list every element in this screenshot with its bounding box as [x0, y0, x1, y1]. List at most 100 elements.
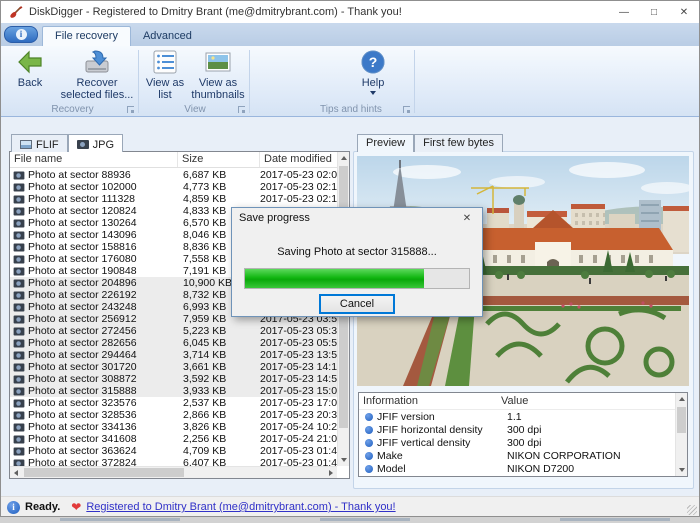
camera-icon [14, 411, 25, 419]
scroll-down-icon[interactable] [341, 458, 347, 462]
file-date: 2017-05-23 15:04:25 [260, 385, 337, 397]
file-date: 2017-05-23 01:44:49 [260, 457, 337, 466]
scrollbar-thumb[interactable] [677, 407, 686, 433]
file-name: Photo at sector 143096 [28, 229, 178, 241]
file-size: 3,661 KB [178, 361, 260, 373]
dialog-launcher-icon[interactable] [127, 106, 134, 113]
info-row[interactable]: JFIF vertical density300 dpi [359, 436, 687, 449]
column-header-size[interactable]: Size [178, 152, 260, 167]
column-header-information[interactable]: Information [359, 393, 497, 409]
info-row[interactable]: JFIF version1.1 [359, 410, 687, 423]
dialog-launcher-icon[interactable] [403, 106, 410, 113]
dialog-launcher-icon[interactable] [238, 106, 245, 113]
file-date: 2017-05-24 21:05:14 [260, 433, 337, 445]
table-row[interactable]: Photo at sector 3285362,866 KB2017-05-23… [10, 409, 337, 421]
tab-file-recovery[interactable]: File recovery [42, 26, 131, 46]
file-name: Photo at sector 190848 [28, 265, 178, 277]
table-row[interactable]: Photo at sector 3636244,709 KB2017-05-23… [10, 445, 337, 457]
camera-icon [14, 255, 25, 263]
file-name: Photo at sector 204896 [28, 277, 178, 289]
dialog-title-bar[interactable]: Save progress ✕ [232, 208, 482, 228]
status-bar: i Ready. ❤ Registered to Dmitry Brant (m… [1, 496, 699, 517]
back-arrow-icon [17, 49, 43, 75]
app-menu-button[interactable]: i [4, 26, 38, 43]
info-value: 1.1 [503, 411, 687, 423]
back-button[interactable]: Back [7, 49, 53, 89]
table-row[interactable]: Photo at sector 3088723,592 KB2017-05-23… [10, 373, 337, 385]
table-row[interactable]: Photo at sector 3728246,407 KB2017-05-23… [10, 457, 337, 466]
camera-icon [14, 231, 25, 239]
image-file-icon [20, 140, 32, 149]
scroll-up-icon[interactable] [679, 397, 685, 401]
file-date: 2017-05-23 02:10:44 [260, 193, 337, 205]
file-size: 5,223 KB [178, 325, 260, 337]
heart-icon: ❤ [71, 500, 81, 514]
resize-grip[interactable] [687, 505, 697, 515]
scroll-right-icon[interactable] [329, 470, 333, 476]
file-size: 3,714 KB [178, 349, 260, 361]
file-date: 2017-05-23 02:10:13 [260, 181, 337, 193]
camera-icon [14, 219, 25, 227]
info-key: JFIF vertical density [377, 437, 503, 449]
column-header-value[interactable]: Value [497, 393, 687, 409]
scroll-down-icon[interactable] [679, 468, 685, 472]
table-row[interactable]: Photo at sector 3158883,933 KB2017-05-23… [10, 385, 337, 397]
table-row[interactable]: Photo at sector 1020004,773 KB2017-05-23… [10, 181, 337, 193]
camera-icon [14, 435, 25, 443]
column-header-filename[interactable]: File name [10, 152, 178, 167]
info-value: NIKON D7200 [503, 463, 687, 475]
view-as-list-button[interactable]: View as list [143, 49, 187, 101]
help-button[interactable]: ? Help [353, 49, 393, 95]
tab-first-few-bytes[interactable]: First few bytes [414, 134, 503, 152]
file-name: Photo at sector 226192 [28, 289, 178, 301]
scrollbar-thumb[interactable] [24, 468, 184, 477]
info-table-scrollbar[interactable] [675, 393, 687, 476]
column-header-date[interactable]: Date modified [260, 152, 337, 167]
table-row[interactable]: Photo at sector 3017203,661 KB2017-05-23… [10, 361, 337, 373]
table-row[interactable]: Photo at sector 1113284,859 KB2017-05-23… [10, 193, 337, 205]
camera-icon [14, 207, 25, 215]
maximize-button[interactable]: □ [639, 1, 669, 23]
table-row[interactable]: Photo at sector 2826566,045 KB2017-05-23… [10, 337, 337, 349]
tab-advanced[interactable]: Advanced [131, 27, 204, 46]
close-button[interactable]: ✕ [669, 1, 699, 23]
scroll-up-icon[interactable] [341, 156, 347, 160]
camera-icon [14, 243, 25, 251]
info-row[interactable]: ModelNIKON D7200 [359, 462, 687, 475]
recover-selected-files-button[interactable]: Recover selected files... [57, 49, 137, 101]
camera-icon [14, 327, 25, 335]
dialog-close-icon[interactable]: ✕ [452, 208, 482, 228]
title-bar[interactable]: DiskDigger - Registered to Dmitry Brant … [1, 1, 699, 23]
tab-flif[interactable]: FLIF [11, 134, 68, 152]
cancel-button[interactable]: Cancel [319, 294, 395, 314]
tab-jpg[interactable]: JPG [68, 134, 123, 152]
camera-icon [14, 279, 25, 287]
file-list-horizontal-scrollbar[interactable] [10, 466, 337, 478]
table-row[interactable]: Photo at sector 2944643,714 KB2017-05-23… [10, 349, 337, 361]
chevron-down-icon [370, 91, 376, 95]
table-row[interactable]: Photo at sector 889366,687 KB2017-05-23 … [10, 169, 337, 181]
table-row[interactable]: Photo at sector 3416082,256 KB2017-05-24… [10, 433, 337, 445]
info-row[interactable]: Orientation1 [359, 475, 687, 477]
table-row[interactable]: Photo at sector 3235762,537 KB2017-05-23… [10, 397, 337, 409]
camera-icon [14, 339, 25, 347]
tab-preview[interactable]: Preview [357, 134, 414, 152]
registration-link[interactable]: Registered to Dmitry Brant (me@dmitrybra… [86, 501, 395, 513]
progress-bar [244, 268, 470, 289]
file-size: 3,592 KB [178, 373, 260, 385]
camera-icon [14, 267, 25, 275]
info-row[interactable]: JFIF horizontal density300 dpi [359, 423, 687, 436]
info-row[interactable]: MakeNIKON CORPORATION [359, 449, 687, 462]
file-name: Photo at sector 372824 [28, 457, 178, 466]
scroll-left-icon[interactable] [14, 470, 18, 476]
file-date: 2017-05-24 10:29:08 [260, 421, 337, 433]
table-row[interactable]: Photo at sector 2724565,223 KB2017-05-23… [10, 325, 337, 337]
file-size: 2,256 KB [178, 433, 260, 445]
recover-disk-icon [82, 49, 112, 75]
info-key: Make [377, 450, 503, 462]
file-name: Photo at sector 308872 [28, 373, 178, 385]
table-row[interactable]: Photo at sector 3341363,826 KB2017-05-24… [10, 421, 337, 433]
view-as-thumbnails-button[interactable]: View as thumbnails [189, 49, 247, 101]
file-size: 3,826 KB [178, 421, 260, 433]
minimize-button[interactable]: — [609, 1, 639, 23]
